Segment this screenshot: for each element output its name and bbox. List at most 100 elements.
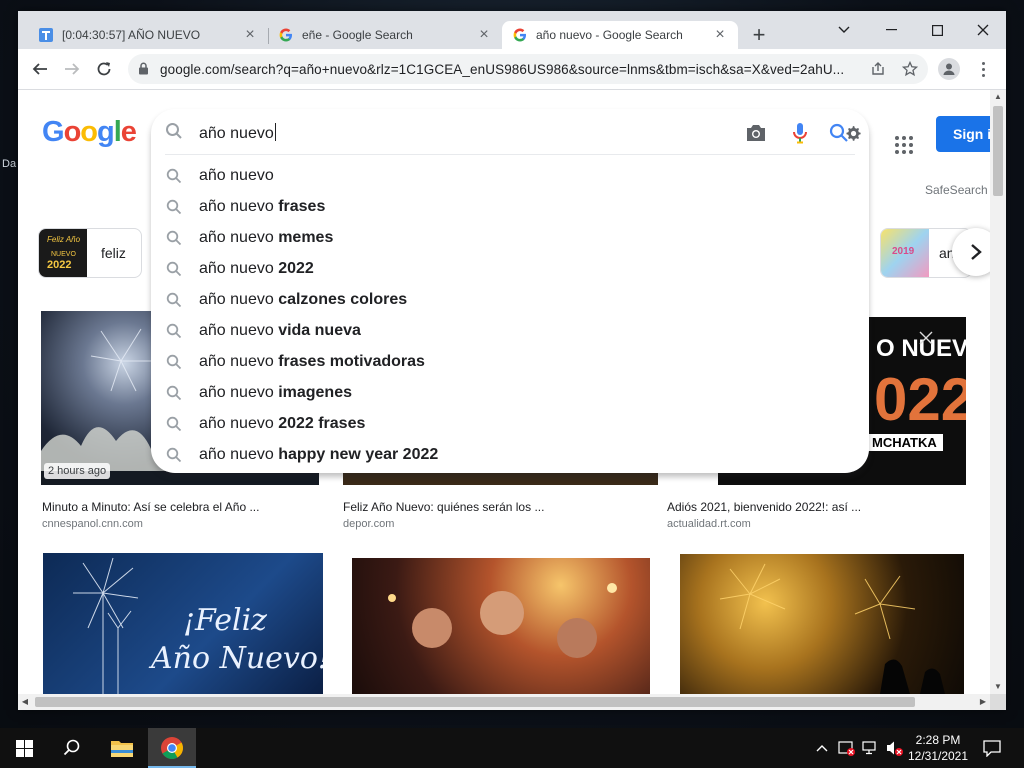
- browser-window: [0:04:30:57] AÑO NUEVO × eñe - Google Se…: [18, 11, 1006, 710]
- suggestion-item[interactable]: año nuevo frases motivadoras: [151, 346, 869, 377]
- horizontal-scrollbar[interactable]: ◀ ▶: [18, 694, 990, 710]
- suggestion-text: año nuevo vida nueva: [199, 322, 361, 340]
- camera-search-icon[interactable]: [744, 121, 768, 145]
- chrome-menu-icon[interactable]: [976, 58, 990, 80]
- suggestion-base: año nuevo: [199, 229, 274, 246]
- search-icon: [166, 323, 182, 344]
- maximize-button[interactable]: [922, 17, 952, 43]
- forward-button[interactable]: [60, 57, 84, 81]
- volume-muted-icon[interactable]: [886, 740, 904, 759]
- minimize-button[interactable]: [876, 17, 906, 43]
- suggestion-item[interactable]: año nuevo frases: [151, 191, 869, 222]
- share-icon[interactable]: [869, 60, 887, 78]
- image-text-ano-nuevo: Año Nuevo!: [151, 641, 323, 676]
- divider: [165, 154, 855, 155]
- suggestion-base: año nuevo: [199, 384, 274, 401]
- logo-letter: o: [63, 116, 82, 148]
- google-g-icon: [512, 27, 528, 43]
- result-title[interactable]: Feliz Año Nuevo: quiénes serán los ...: [343, 500, 544, 514]
- tab-ene-search[interactable]: eñe - Google Search ×: [268, 21, 502, 49]
- result-source[interactable]: actualidad.rt.com: [667, 518, 751, 530]
- chrome-taskbar-icon[interactable]: [148, 728, 196, 768]
- image-text-feliz: ¡Feliz: [183, 603, 267, 638]
- result-image-feliz-ano-nuevo[interactable]: ¡Feliz Año Nuevo!: [43, 553, 323, 694]
- taskbar-search-icon[interactable]: [48, 728, 96, 768]
- tab-search-chevron-icon[interactable]: [829, 17, 859, 43]
- system-clock[interactable]: 2:28 PM 12/31/2021: [905, 732, 971, 764]
- tab-timer[interactable]: [0:04:30:57] AÑO NUEVO ×: [28, 21, 268, 49]
- chip-image-text: 2019: [892, 246, 915, 257]
- suggestion-text: año nuevo: [199, 167, 274, 185]
- suggestion-completion: 2022: [278, 260, 314, 277]
- search-icon: [166, 199, 182, 220]
- suggestion-item[interactable]: año nuevo 2022: [151, 253, 869, 284]
- close-tab-icon[interactable]: ×: [242, 27, 258, 43]
- show-hidden-icons-chevron-up-icon[interactable]: [816, 740, 828, 755]
- search-icon: [166, 292, 182, 313]
- suggestion-item[interactable]: año nuevo memes: [151, 222, 869, 253]
- browser-toolbar: google.com/search?q=año+nuevo&rlz=1C1GCE…: [18, 49, 1006, 90]
- result-image-gold-fireworks[interactable]: [680, 554, 964, 694]
- suggestion-base: año nuevo: [199, 322, 274, 339]
- suggestion-item[interactable]: año nuevo happy new year 2022: [151, 439, 869, 470]
- google-apps-icon[interactable]: [895, 136, 913, 154]
- profile-avatar[interactable]: [938, 58, 960, 80]
- sign-in-button[interactable]: Sign i: [936, 116, 990, 152]
- result-title[interactable]: Minuto a Minuto: Así se celebra el Año .…: [42, 500, 259, 514]
- result-title[interactable]: Adiós 2021, bienvenido 2022!: así ...: [667, 500, 861, 514]
- reload-button[interactable]: [92, 57, 116, 81]
- search-icon: [166, 447, 182, 468]
- close-icon[interactable]: [919, 331, 933, 345]
- result-source[interactable]: depor.com: [343, 518, 394, 530]
- result-image-party-people[interactable]: [352, 558, 650, 694]
- related-chip-feliz[interactable]: Feliz Año NUEVO 2022 feliz: [38, 228, 142, 278]
- suggestion-item[interactable]: año nuevo 2022 frases: [151, 408, 869, 439]
- notifications-icon[interactable]: [983, 740, 1001, 760]
- suggestion-item[interactable]: año nuevo: [151, 160, 869, 191]
- microphone-icon[interactable]: [788, 121, 812, 145]
- settings-gear-icon[interactable]: [841, 121, 865, 145]
- suggestion-item[interactable]: año nuevo calzones colores: [151, 284, 869, 315]
- tab-title: año nuevo - Google Search: [536, 28, 683, 42]
- suggestion-completion: memes: [278, 229, 334, 246]
- scroll-up-arrow-icon[interactable]: ▲: [990, 90, 1006, 104]
- scroll-down-arrow-icon[interactable]: ▼: [990, 680, 1006, 694]
- desktop-icon-label[interactable]: Da: [2, 158, 16, 170]
- file-explorer-icon[interactable]: [98, 728, 146, 768]
- windows-taskbar: 2:28 PM 12/31/2021: [0, 728, 1024, 768]
- chip-label: feliz: [101, 245, 126, 261]
- network-alert-icon[interactable]: [838, 740, 856, 759]
- suggestion-completion: frases motivadoras: [278, 353, 425, 370]
- google-g-icon: [278, 27, 294, 43]
- google-logo[interactable]: Google: [42, 116, 137, 149]
- network-icon[interactable]: [862, 740, 880, 759]
- tab-ano-nuevo-search[interactable]: año nuevo - Google Search ×: [502, 21, 738, 49]
- safesearch-link[interactable]: SafeSearch: [925, 183, 988, 197]
- search-icon: [166, 385, 182, 406]
- suggestion-text: año nuevo 2022: [199, 260, 314, 278]
- suggestion-item[interactable]: año nuevo vida nueva: [151, 315, 869, 346]
- close-window-button[interactable]: [968, 17, 998, 43]
- suggestion-text: año nuevo memes: [199, 229, 333, 247]
- chip-image-text: Feliz Año: [47, 235, 81, 244]
- search-input[interactable]: año nuevo: [199, 123, 276, 143]
- lock-icon[interactable]: [138, 62, 149, 80]
- bookmark-star-icon[interactable]: [901, 60, 919, 78]
- tab-strip: [0:04:30:57] AÑO NUEVO × eñe - Google Se…: [18, 11, 1006, 49]
- scroll-right-arrow-icon[interactable]: ▶: [976, 694, 990, 710]
- scroll-left-arrow-icon[interactable]: ◀: [18, 694, 32, 710]
- clock-date: 12/31/2021: [907, 749, 969, 763]
- result-source[interactable]: cnnespanol.cnn.com: [42, 518, 143, 530]
- scrollbar-thumb[interactable]: [993, 106, 1003, 196]
- start-button[interactable]: [0, 728, 48, 768]
- back-button[interactable]: [28, 57, 52, 81]
- scrollbar-thumb[interactable]: [35, 697, 915, 707]
- vertical-scrollbar[interactable]: ▲ ▼: [990, 90, 1006, 694]
- address-bar[interactable]: google.com/search?q=año+nuevo&rlz=1C1GCE…: [128, 54, 928, 84]
- close-tab-icon[interactable]: ×: [476, 27, 492, 43]
- close-tab-icon[interactable]: ×: [712, 27, 728, 43]
- search-icon: [166, 168, 182, 189]
- suggestion-item[interactable]: año nuevo imagenes: [151, 377, 869, 408]
- new-tab-button[interactable]: +: [749, 24, 769, 46]
- search-icon: [166, 261, 182, 282]
